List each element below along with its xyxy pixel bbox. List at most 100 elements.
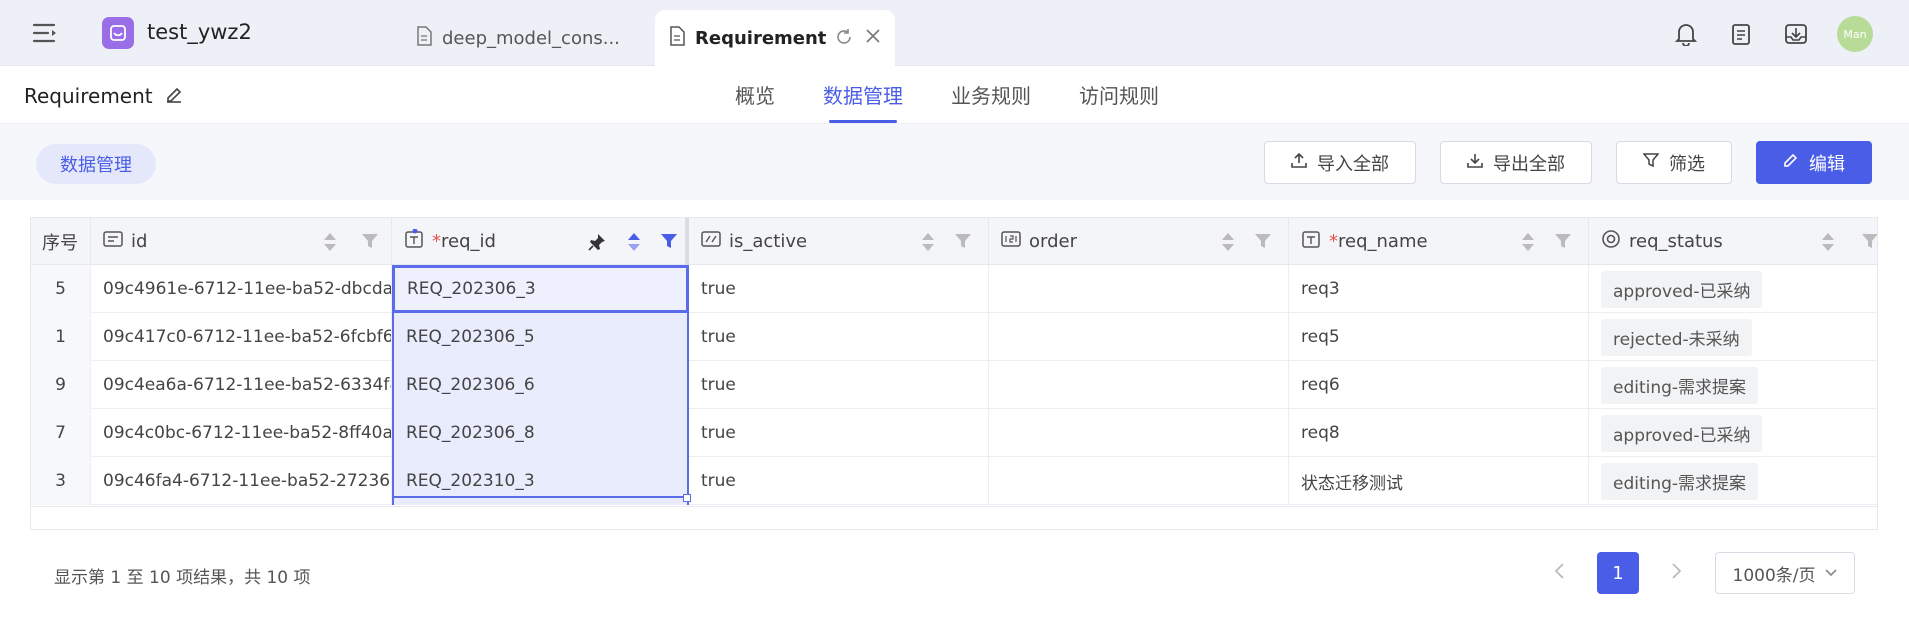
tab-access-rules[interactable]: 访问规则 (1079, 80, 1159, 123)
data-management-chip[interactable]: 数据管理 (36, 144, 156, 184)
id-cell[interactable]: 09c4ea6a-6712-11ee-ba52-6334f8 (91, 361, 392, 409)
status-badge: rejected-未采纳 (1601, 318, 1752, 356)
page-title: Requirement (24, 84, 183, 108)
req-status-cell[interactable]: approved-已采纳 (1589, 265, 1877, 313)
toolbar: 数据管理 导入全部 导出全部 筛选 编辑 (0, 124, 1909, 200)
req-id-cell[interactable]: REQ_202306_5 (392, 313, 689, 361)
sort-icon[interactable] (1521, 231, 1535, 258)
order-cell[interactable] (989, 265, 1289, 313)
is-active-cell[interactable]: true (689, 457, 989, 505)
edit-button[interactable]: 编辑 (1756, 141, 1872, 184)
filter-button[interactable]: 筛选 (1616, 141, 1732, 184)
bell-icon[interactable] (1672, 20, 1700, 48)
req-name-cell[interactable]: req5 (1289, 313, 1589, 361)
seq-cell: 1 (31, 313, 91, 361)
is-active-cell[interactable]: true (689, 313, 989, 361)
grid-header: 序号 id * req_id is_active order * req_nam… (31, 218, 1877, 265)
req-status-cell[interactable]: editing-需求提案 (1589, 457, 1877, 505)
export-all-button[interactable]: 导出全部 (1440, 141, 1592, 184)
tab-overview[interactable]: 概览 (735, 80, 775, 123)
tab-deep-model[interactable]: deep_model_cons... (416, 10, 636, 66)
req-status-cell[interactable]: rejected-未采纳 (1589, 313, 1877, 361)
menu-toggle-icon[interactable] (32, 22, 58, 44)
status-field-icon (1601, 229, 1621, 254)
avatar[interactable]: Man (1837, 16, 1873, 52)
filter-icon (1642, 152, 1660, 173)
column-label: order (1029, 231, 1077, 252)
inbox-download-icon[interactable] (1782, 20, 1810, 48)
table-row[interactable]: 9 09c4ea6a-6712-11ee-ba52-6334f8 REQ_202… (31, 361, 1877, 409)
order-cell[interactable] (989, 313, 1289, 361)
edit-pencil-icon (1783, 152, 1799, 173)
tab-data-management[interactable]: 数据管理 (823, 80, 903, 123)
close-icon[interactable] (865, 28, 881, 51)
edit-pencil-icon[interactable] (165, 84, 183, 108)
sort-icon[interactable] (1221, 231, 1235, 258)
prev-page-icon[interactable] (1553, 561, 1565, 585)
tab-requirement[interactable]: Requirement (655, 10, 895, 66)
order-cell[interactable] (989, 361, 1289, 409)
next-page-icon[interactable] (1671, 561, 1683, 585)
column-header-req-name[interactable]: * req_name (1289, 218, 1589, 265)
req-id-cell[interactable]: REQ_202306_6 (392, 361, 689, 409)
column-filter-icon[interactable] (1554, 232, 1572, 255)
document-icon (669, 25, 685, 51)
req-status-cell[interactable]: approved-已采纳 (1589, 409, 1877, 457)
pagination: 1 1000条/页 (1553, 552, 1855, 594)
column-filter-icon[interactable] (660, 232, 678, 255)
sort-icon[interactable] (1821, 231, 1835, 258)
table-row[interactable]: 3 09c46fa4-6712-11ee-ba52-272364 REQ_202… (31, 457, 1877, 505)
table-row[interactable]: 5 09c4961e-6712-11ee-ba52-dbcdab REQ_202… (31, 265, 1877, 313)
req-name-cell[interactable]: 状态迁移测试 (1289, 457, 1589, 505)
req-name-cell[interactable]: req6 (1289, 361, 1589, 409)
text-field-icon (1301, 229, 1321, 254)
req-name-cell[interactable]: req8 (1289, 409, 1589, 457)
table-row[interactable]: 7 09c4c0bc-6712-11ee-ba52-8ff40aa REQ_20… (31, 409, 1877, 457)
req-id-cell[interactable]: REQ_202306_8 (392, 409, 689, 457)
import-all-button[interactable]: 导入全部 (1264, 141, 1416, 184)
page-button[interactable]: 1 (1597, 552, 1639, 594)
page-size-select[interactable]: 1000条/页 (1715, 552, 1855, 594)
sort-icon[interactable] (627, 231, 641, 258)
req-id-cell[interactable]: REQ_202306_3 (392, 265, 689, 313)
id-cell[interactable]: 09c4c0bc-6712-11ee-ba52-8ff40aa (91, 409, 392, 457)
req-status-cell[interactable]: editing-需求提案 (1589, 361, 1877, 409)
column-label: req_id (441, 231, 496, 252)
column-header-req-id[interactable]: * req_id (392, 218, 689, 265)
column-filter-icon[interactable] (954, 232, 972, 255)
download-icon (1467, 152, 1483, 173)
column-filter-icon[interactable] (1254, 232, 1272, 255)
column-header-order[interactable]: order (989, 218, 1289, 265)
app-logo-icon (102, 17, 134, 49)
selection-fill-handle[interactable] (683, 494, 691, 502)
column-filter-icon[interactable] (1861, 232, 1877, 255)
table-row[interactable]: 1 09c417c0-6712-11ee-ba52-6fcbf6c REQ_20… (31, 313, 1877, 361)
column-header-is-active[interactable]: is_active (689, 218, 989, 265)
result-summary: 显示第 1 至 10 项结果，共 10 项 (54, 568, 311, 588)
id-cell[interactable]: 09c4961e-6712-11ee-ba52-dbcdab (91, 265, 392, 313)
column-filter-icon[interactable] (361, 232, 379, 255)
id-cell[interactable]: 09c46fa4-6712-11ee-ba52-272364 (91, 457, 392, 505)
id-cell[interactable]: 09c417c0-6712-11ee-ba52-6fcbf6c (91, 313, 392, 361)
upload-icon (1291, 152, 1307, 173)
is-active-cell[interactable]: true (689, 409, 989, 457)
required-marker: * (1329, 231, 1338, 252)
column-header-id[interactable]: id (91, 218, 392, 265)
tab-business-rules[interactable]: 业务规则 (951, 80, 1031, 123)
sort-icon[interactable] (921, 231, 935, 258)
pin-icon[interactable] (588, 233, 606, 256)
tab-label: deep_model_cons... (442, 27, 620, 49)
order-cell[interactable] (989, 409, 1289, 457)
sort-icon[interactable] (323, 231, 337, 258)
notes-icon[interactable] (1727, 20, 1755, 48)
refresh-icon[interactable] (835, 28, 853, 51)
status-badge: editing-需求提案 (1601, 366, 1759, 404)
text-field-icon (404, 228, 424, 254)
app-name: test_ywz2 (147, 20, 252, 44)
is-active-cell[interactable]: true (689, 361, 989, 409)
is-active-cell[interactable]: true (689, 265, 989, 313)
req-name-cell[interactable]: req3 (1289, 265, 1589, 313)
column-header-req-status[interactable]: req_status (1589, 218, 1877, 265)
order-cell[interactable] (989, 457, 1289, 505)
seq-cell: 3 (31, 457, 91, 505)
